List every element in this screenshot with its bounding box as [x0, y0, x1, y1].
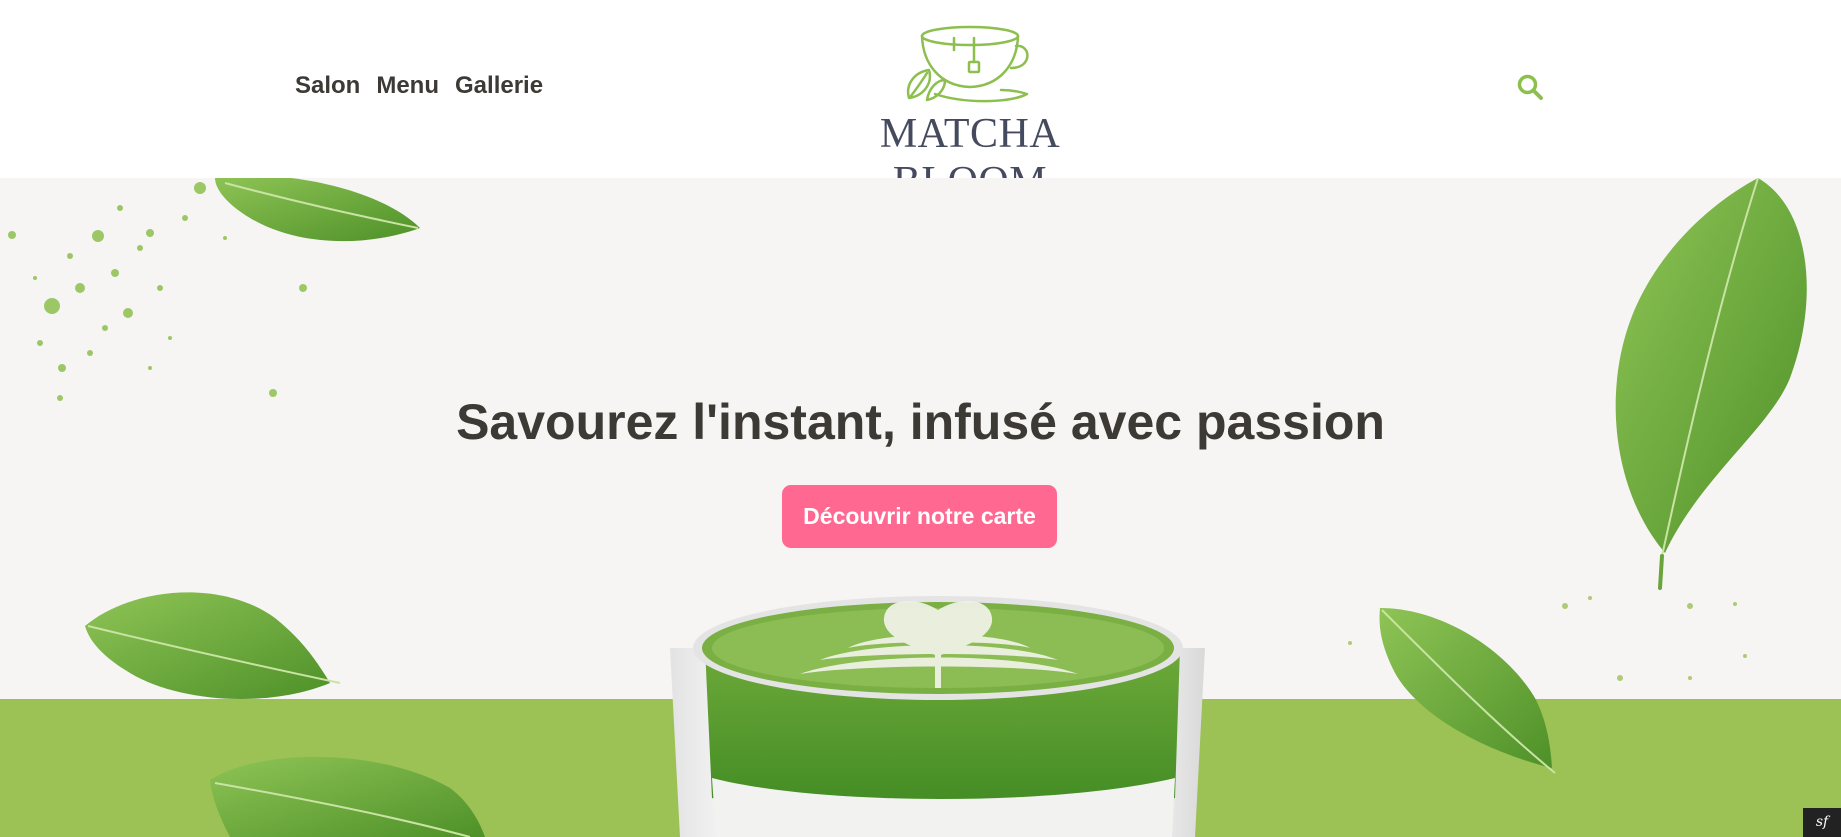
- search-button[interactable]: [1516, 73, 1544, 101]
- hero-title: Savourez l'instant, infusé avec passion: [456, 394, 1385, 450]
- leaf-bottom-left: [210, 756, 485, 837]
- symfony-icon[interactable]: sf: [1803, 808, 1841, 837]
- site-header: Salon Menu Gallerie MATCHA BLOOM: [0, 0, 1841, 205]
- cta-discover-menu-button[interactable]: Découvrir notre carte: [782, 485, 1057, 548]
- hero-section: Savourez l'instant, infusé avec passion …: [0, 178, 1841, 837]
- brand-logo[interactable]: MATCHA BLOOM: [805, 24, 1135, 205]
- matcha-latte-image: [670, 596, 1205, 837]
- leaf-top-left: [215, 178, 420, 242]
- leaf-left-middle: [85, 592, 341, 700]
- leaf-right-large: [1615, 178, 1807, 590]
- main-nav: Salon Menu Gallerie: [295, 72, 543, 100]
- search-icon: [1517, 74, 1543, 100]
- leaf-right-middle: [1379, 608, 1556, 774]
- nav-link-salon[interactable]: Salon: [295, 72, 360, 100]
- teacup-leaves-icon: [906, 25, 1029, 103]
- nav-link-gallerie[interactable]: Gallerie: [455, 72, 543, 100]
- nav-link-menu[interactable]: Menu: [376, 72, 439, 100]
